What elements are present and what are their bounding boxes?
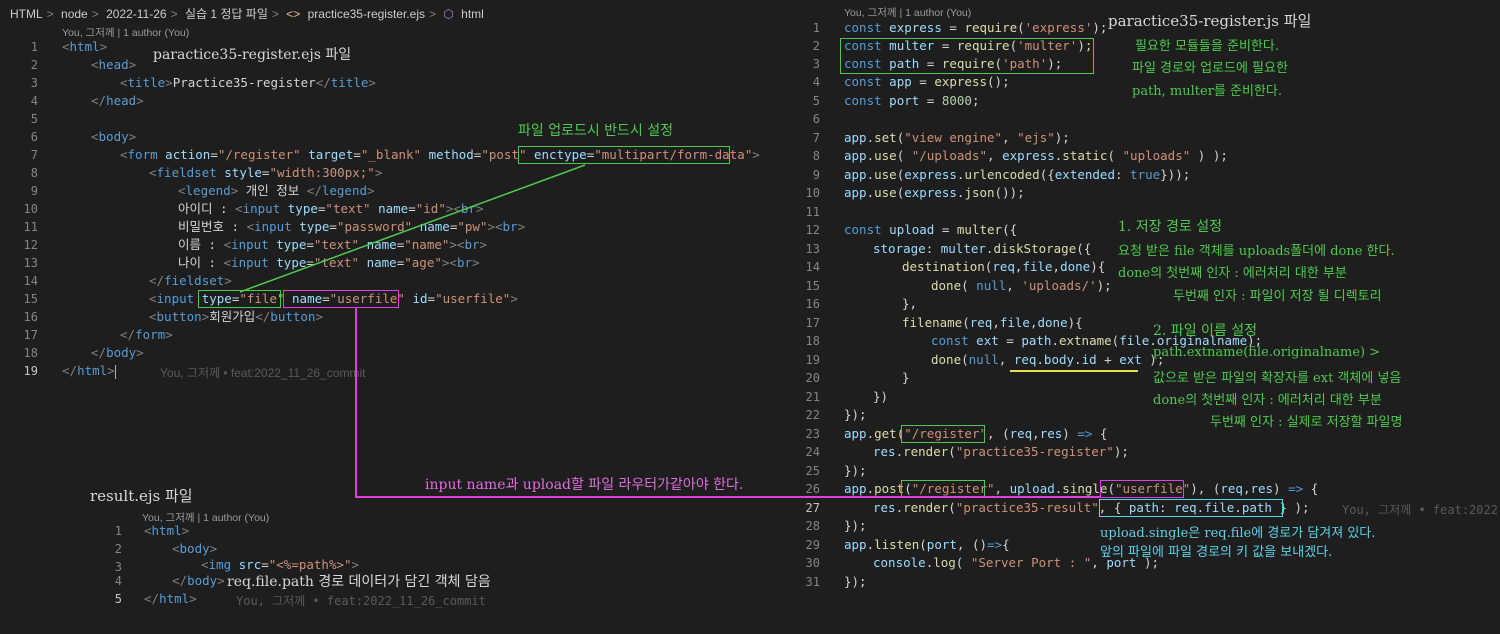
annotation-storage: 요청 받은 file 객체를 uploads폴더에 done 한다. [1118,244,1395,259]
code-line[interactable]: }); [844,406,867,424]
code-line[interactable]: app.use( "/uploads", express.static( "up… [844,147,1228,165]
line-number: 13 [805,242,820,256]
line-number: 1 [114,524,122,538]
code-line[interactable]: }); [844,462,867,480]
codelens-author[interactable]: You, 그저께 | 1 author (You) [844,5,971,20]
highlight-path-object [1099,499,1283,517]
git-blame-inline: You, 그저께 • feat:2022 [1342,503,1498,517]
line-number: 24 [805,445,820,459]
highlight-underline-id-ext [1010,370,1138,372]
code-line[interactable]: app.use(express.urlencoded({extended: tr… [844,166,1190,184]
line-number: 17 [805,316,820,330]
line-number: 30 [805,556,820,570]
connector-line-magenta [355,496,1100,498]
line-number: 25 [805,464,820,478]
code-line[interactable]: filename(req,file,done){ [902,314,1083,332]
highlight-require-modules [840,38,1094,74]
annotation-filename: 값으로 받은 파일의 확장자를 ext 객체에 넣음 [1153,371,1402,386]
line-number: 21 [805,390,820,404]
line-number: 23 [805,427,820,441]
git-blame-inline: You, 그저께 • feat:2022_11_26_commit [236,594,486,608]
highlight-single-userfile [1100,480,1184,498]
line-number: 14 [805,260,820,274]
annotation-single: upload.single은 req.file에 경로가 담겨져 있다. [1100,526,1376,541]
annotation-filename: path.extname(file.originalname) > [1153,345,1381,360]
code-line[interactable]: }, [902,295,917,313]
line-number: 15 [805,279,820,293]
line-number: 4 [114,574,122,588]
line-number: 1 [812,21,820,35]
line-number: 31 [805,575,820,589]
line-number: 3 [812,57,820,71]
code-line[interactable]: storage: multer.diskStorage({ [873,240,1091,258]
line-number: 12 [805,223,820,237]
code-line[interactable]: }); [844,573,867,591]
line-number: 28 [805,519,820,533]
highlight-register-route [901,425,985,443]
line-number: 20 [805,371,820,385]
line-number: 2 [114,542,122,556]
code-line[interactable]: const app = express(); [844,73,1010,91]
line-number: 5 [812,94,820,108]
line-number: 4 [812,75,820,89]
annotation-storage: 1. 저장 경로 설정 [1118,219,1222,235]
line-number: 6 [812,112,820,126]
js-editor-panel: You, 그저께 | 1 author (You) 1 2 3 4 5 6 7 … [790,0,1500,634]
annotation-storage: 두번째 인자 : 파일이 저장 될 디렉토리 [1173,289,1382,304]
code-line[interactable]: </body> [172,572,225,590]
annotation-router: input name과 upload할 파일 라우터가같아야 한다. [425,477,744,493]
annotation-storage: done의 첫번째 인자 : 에러처리 대한 부분 [1118,266,1347,281]
result-editor-panel: You, 그저께 | 1 author (You) 1 2 3 4 5 <htm… [90,506,536,610]
annotation-filename: 2. 파일 이름 설정 [1153,323,1257,339]
code-line[interactable]: }); [844,517,867,535]
line-number: 10 [805,186,820,200]
line-number: 22 [805,408,820,422]
connector-line-magenta [355,308,357,498]
line-number: 8 [812,149,820,163]
code-line[interactable]: app.listen(port, ()=>{ [844,536,1010,554]
annotation-js-desc: 파일 경로와 업로드에 필요한 [1132,61,1288,76]
line-number: 11 [805,205,820,219]
code-line[interactable]: done(null, req.body.id + ext ); [931,351,1164,369]
annotation-single: 앞의 파일에 파일 경로의 키 값을 보내겠다. [1100,545,1333,560]
line-number: 16 [805,297,820,311]
ejs-editor-panel: HTML > node > 2022-11-26 > 실습 1 정답 파일 > <> p… [0,0,788,440]
line-number: 18 [805,334,820,348]
code-line[interactable]: res.render("practice35-register"); [873,443,1129,461]
code-line[interactable]: destination(req,file,done){ [902,258,1105,276]
code-line[interactable]: } [902,369,910,387]
annotation-js-desc: path, multer를 준비한다. [1132,84,1282,99]
line-number-active: 5 [114,592,122,606]
line-number: 7 [812,131,820,145]
code-line[interactable]: const express = require('express'); [844,19,1107,37]
annotation-filename: done의 첫번째 인자 : 에러처리 대한 부분 [1153,393,1382,408]
code-line[interactable]: done( null, 'uploads/'); [931,277,1112,295]
annotation-js-desc: 필요한 모듈들을 준비한다. [1135,39,1279,54]
line-number: 2 [812,39,820,53]
connector-line-green [239,164,586,293]
code-line[interactable]: const port = 8000; [844,92,980,110]
code-line[interactable]: </html> [144,590,197,608]
annotation-js-file: paractice35-register.js 파일 [1108,12,1312,30]
code-line[interactable]: }) [873,388,888,406]
annotation-filename: 두번째 인자 : 실제로 저장할 파일명 [1210,415,1403,430]
line-number: 29 [805,538,820,552]
code-line[interactable]: app.use(express.json()); [844,184,1025,202]
annotation-result: req.file.path 경로 데이터가 담긴 객체 담음 [227,574,491,590]
result-title: result.ejs 파일 [90,487,193,505]
line-number-active: 27 [805,501,820,515]
code-line[interactable]: <html> [144,522,189,540]
code-line[interactable]: const upload = multer({ [844,221,1017,239]
line-number: 19 [805,353,820,367]
line-number: 9 [812,168,820,182]
code-line[interactable]: app.set("view engine", "ejs"); [844,129,1070,147]
